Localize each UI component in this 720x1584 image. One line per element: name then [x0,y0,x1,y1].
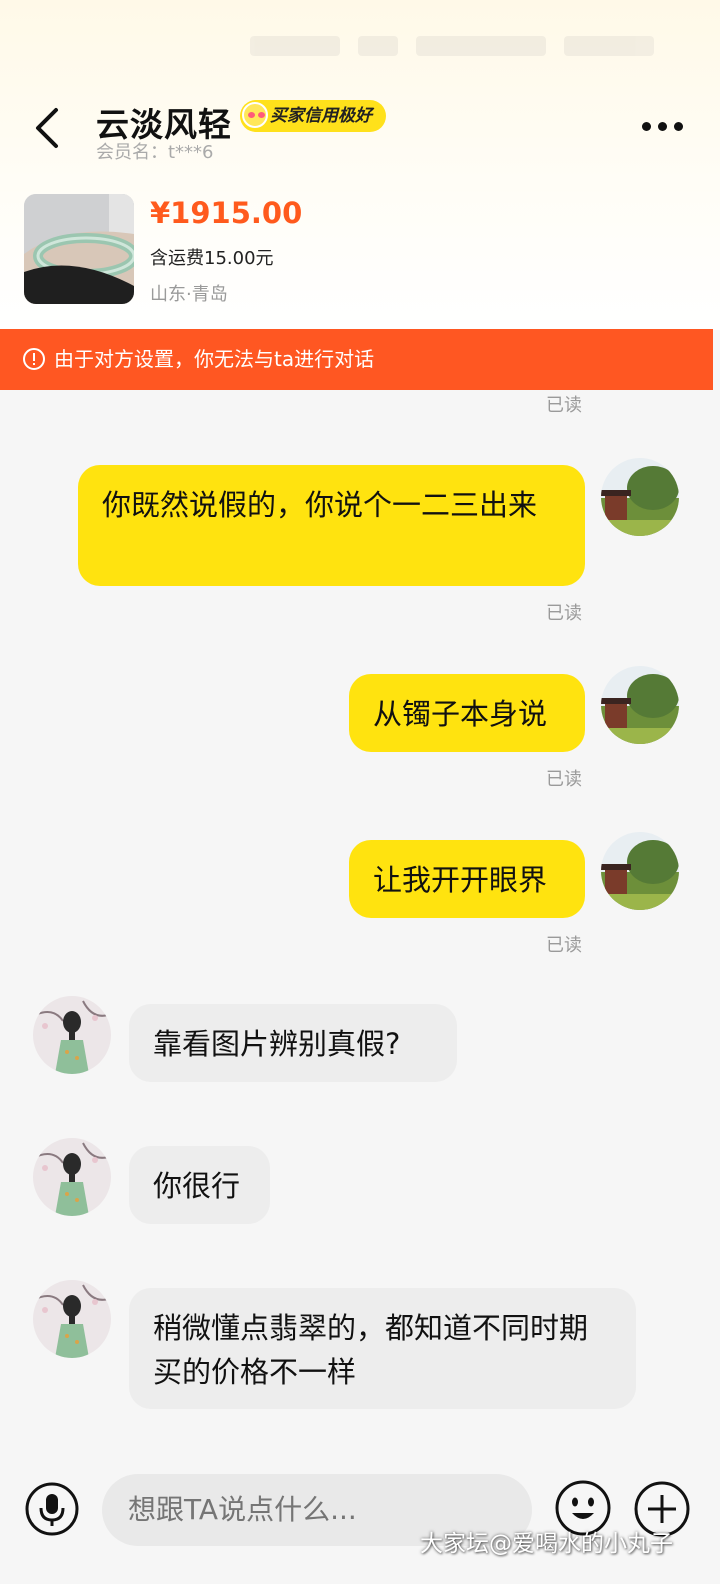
message-bubble-received[interactable]: 稍微懂点翡翠的，都知道不同时期买的价格不一样 [129,1288,636,1409]
read-status: 已读 [546,395,582,416]
product-price: ¥1915.00 [150,196,303,230]
jade-bangle-photo [24,194,134,304]
voice-button[interactable] [24,1481,80,1537]
chevron-left-icon [36,108,58,148]
garden-avatar-image [601,832,679,910]
my-avatar[interactable] [601,832,679,910]
message-bubble-sent[interactable]: 让我开开眼界 [349,840,585,918]
shipping-fee: 含运费15.00元 [150,248,274,269]
alert-banner: 由于对方设置，你无法与ta进行对话 [0,329,713,390]
credit-badge-label: 买家信用极好 [270,106,372,126]
read-status: 已读 [546,769,582,790]
back-button[interactable] [22,98,74,158]
garden-avatar-image [601,458,679,536]
alert-text: 由于对方设置，你无法与ta进行对话 [54,347,375,371]
girl-illustration-avatar [33,996,111,1074]
more-button[interactable] [636,112,688,142]
member-name: 会员名：t***6 [96,142,214,163]
girl-illustration-avatar [33,1280,111,1358]
credit-badge: 买家信用极好 [240,100,386,132]
contact-avatar[interactable] [33,1138,111,1216]
exclamation-circle-icon [23,348,45,370]
product-location: 山东·青岛 [150,284,228,305]
watermark: 大家坛@爱喝水的小丸子 [420,1531,673,1557]
product-image[interactable] [24,194,134,304]
message-bubble-sent[interactable]: 你既然说假的，你说个一二三出来 [78,465,585,586]
contact-avatar[interactable] [33,1280,111,1358]
microphone-icon [25,1482,79,1536]
message-bubble-received[interactable]: 你很行 [129,1146,270,1224]
my-avatar[interactable] [601,666,679,744]
contact-avatar[interactable] [33,996,111,1074]
my-avatar[interactable] [601,458,679,536]
message-bubble-received[interactable]: 靠看图片辨别真假? [129,1004,457,1082]
read-status: 已读 [546,603,582,624]
girl-illustration-avatar [33,1138,111,1216]
read-status: 已读 [546,935,582,956]
emoji-face-icon [242,102,268,128]
message-bubble-sent[interactable]: 从镯子本身说 [349,674,585,752]
status-bar-faded [250,36,690,66]
garden-avatar-image [601,666,679,744]
